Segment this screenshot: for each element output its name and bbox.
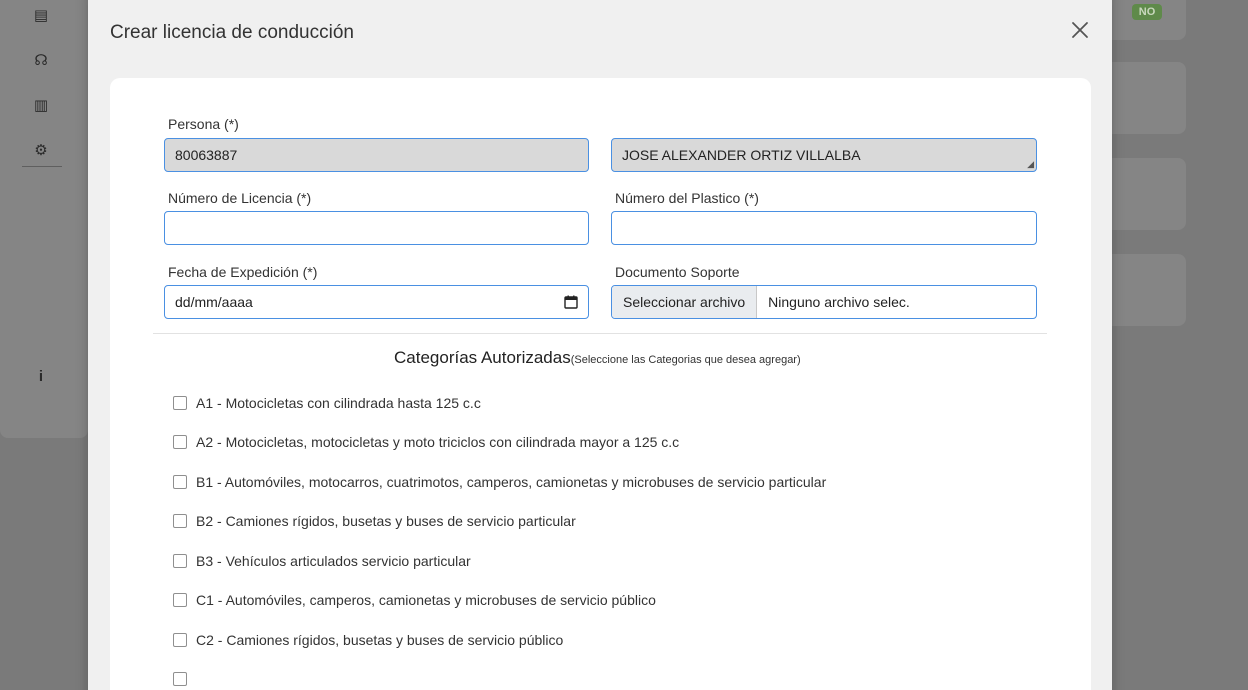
category-checkbox[interactable] bbox=[173, 396, 187, 410]
issue-date-input[interactable]: dd/mm/aaaa bbox=[164, 285, 589, 319]
close-button[interactable] bbox=[1068, 18, 1092, 42]
support-document-label: Documento Soporte bbox=[615, 264, 740, 280]
categories-subtitle: (Seleccione las Categorias que desea agr… bbox=[570, 354, 801, 366]
category-checkbox[interactable] bbox=[173, 633, 187, 647]
headset-icon: ☊ bbox=[34, 52, 48, 69]
file-status-text: Ninguno archivo selec. bbox=[768, 294, 910, 310]
calendar-icon[interactable] bbox=[564, 295, 578, 309]
category-item-a2[interactable]: A2 - Motocicletas, motocicletas y moto t… bbox=[173, 434, 679, 450]
background-card bbox=[1100, 158, 1186, 230]
sidebar-divider bbox=[22, 166, 62, 167]
category-item-b3[interactable]: B3 - Vehículos articulados servicio part… bbox=[173, 553, 471, 569]
category-label: B2 - Camiones rígidos, busetas y buses d… bbox=[196, 513, 576, 529]
license-number-label: Número de Licencia (*) bbox=[168, 190, 312, 206]
category-item-b1[interactable]: B1 - Automóviles, motocarros, cuatrimoto… bbox=[173, 474, 826, 490]
section-divider bbox=[153, 333, 1047, 334]
document-info-icon: ▤ bbox=[33, 7, 49, 24]
select-file-button[interactable]: Seleccionar archivo bbox=[612, 286, 758, 318]
support-document-file-input[interactable]: Seleccionar archivo Ninguno archivo sele… bbox=[611, 285, 1037, 319]
close-icon bbox=[1072, 22, 1088, 38]
category-checkbox[interactable] bbox=[173, 554, 187, 568]
create-license-modal: Crear licencia de conducción Persona (*)… bbox=[88, 0, 1112, 690]
category-item-partial[interactable] bbox=[173, 672, 196, 686]
category-label: B3 - Vehículos articulados servicio part… bbox=[196, 553, 471, 569]
resize-handle-icon: ◢ bbox=[1027, 159, 1034, 169]
category-checkbox[interactable] bbox=[173, 435, 187, 449]
category-checkbox[interactable] bbox=[173, 672, 187, 686]
issue-date-value: dd/mm/aaaa bbox=[175, 294, 253, 310]
issue-date-label: Fecha de Expedición (*) bbox=[168, 264, 318, 280]
modal-title: Crear licencia de conducción bbox=[110, 22, 354, 43]
category-item-b2[interactable]: B2 - Camiones rígidos, busetas y buses d… bbox=[173, 513, 576, 529]
gear-icon: ⚙ bbox=[34, 142, 48, 159]
form-panel: Persona (*) 80063887 JOSE ALEXANDER ORTI… bbox=[110, 78, 1091, 690]
category-label: C1 - Automóviles, camperos, camionetas y… bbox=[196, 592, 656, 608]
plastic-number-label: Número del Plastico (*) bbox=[615, 190, 759, 206]
persona-label: Persona (*) bbox=[168, 116, 239, 132]
book-icon: ▥ bbox=[33, 97, 49, 114]
category-label: A2 - Motocicletas, motocicletas y moto t… bbox=[196, 434, 680, 450]
categories-title: Categorías Autorizadas bbox=[394, 348, 571, 367]
persona-name-value: JOSE ALEXANDER ORTIZ VILLALBA bbox=[622, 147, 861, 163]
license-number-input[interactable] bbox=[164, 211, 589, 245]
category-checkbox[interactable] bbox=[173, 593, 187, 607]
category-item-c1[interactable]: C1 - Automóviles, camperos, camionetas y… bbox=[173, 592, 656, 608]
category-checkbox[interactable] bbox=[173, 514, 187, 528]
category-label: A1 - Motocicletas con cilindrada hasta 1… bbox=[196, 395, 481, 411]
category-label: B1 - Automóviles, motocarros, cuatrimoto… bbox=[196, 474, 827, 490]
persona-document-field: 80063887 bbox=[164, 138, 589, 172]
persona-name-field: JOSE ALEXANDER ORTIZ VILLALBA ◢ bbox=[611, 138, 1037, 172]
background-card bbox=[1100, 254, 1186, 326]
background-card bbox=[1100, 62, 1186, 134]
category-item-c2[interactable]: C2 - Camiones rígidos, busetas y buses d… bbox=[173, 632, 563, 648]
background-sidebar: ▤ ☊ ▥ ⚙ i bbox=[0, 0, 88, 438]
info-icon: i bbox=[38, 368, 44, 385]
status-badge: NO bbox=[1132, 4, 1162, 20]
category-item-a1[interactable]: A1 - Motocicletas con cilindrada hasta 1… bbox=[173, 395, 481, 411]
category-label: C2 - Camiones rígidos, busetas y buses d… bbox=[196, 632, 564, 648]
category-checkbox[interactable] bbox=[173, 475, 187, 489]
plastic-number-input[interactable] bbox=[611, 211, 1037, 245]
categories-heading: Categorías Autorizadas(Seleccione las Ca… bbox=[394, 348, 801, 368]
